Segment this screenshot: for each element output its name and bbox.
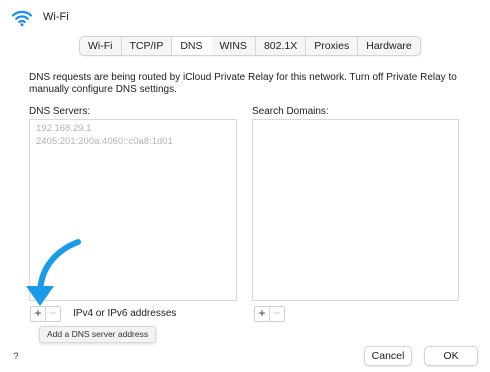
arrow-annotation-icon — [22, 238, 94, 310]
cancel-button[interactable]: Cancel — [364, 346, 412, 366]
remove-search-domain-button[interactable]: − — [269, 307, 284, 321]
search-domains-list[interactable] — [252, 119, 459, 301]
tab-bar: Wi-Fi TCP/IP DNS WINS 802.1X Proxies Har… — [79, 36, 421, 56]
list-item: 192.168.29.1 — [36, 123, 92, 134]
tab-proxies[interactable]: Proxies — [305, 37, 357, 55]
tab-hardware[interactable]: Hardware — [357, 37, 420, 55]
tab-8021x[interactable]: 802.1X — [254, 37, 305, 55]
ok-button[interactable]: OK — [424, 346, 478, 366]
dns-entries: 192.168.29.1 2405:201:200a:4060::c0a8:1d… — [30, 122, 173, 148]
add-dns-tooltip: Add a DNS server address — [39, 326, 157, 343]
tab-dns[interactable]: DNS — [171, 37, 211, 55]
add-search-domain-button[interactable]: + — [255, 307, 269, 321]
tab-wins[interactable]: WINS — [210, 37, 255, 55]
search-domains-label: Search Domains: — [252, 106, 329, 117]
wifi-icon — [11, 9, 33, 27]
private-relay-notice: DNS requests are being routed by iCloud … — [29, 72, 457, 95]
list-item: 2405:201:200a:4060::c0a8:1d01 — [36, 136, 173, 147]
help-button[interactable]: ? — [9, 349, 23, 363]
dns-servers-label: DNS Servers: — [29, 106, 91, 117]
search-add-remove-control: + − — [254, 306, 285, 322]
tab-wifi[interactable]: Wi-Fi — [80, 37, 121, 55]
window-title: Wi-Fi — [43, 11, 69, 23]
tab-tcpip[interactable]: TCP/IP — [120, 37, 172, 55]
